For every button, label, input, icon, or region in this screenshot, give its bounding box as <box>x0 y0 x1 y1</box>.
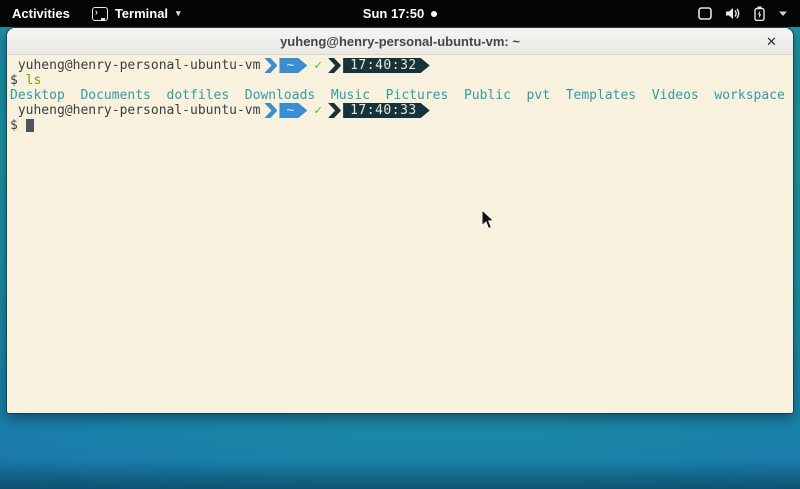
chevron-down-icon <box>778 10 788 17</box>
top-bar: Activities › Terminal ▾ Sun 17:50 <box>0 0 800 27</box>
prompt-line-2: yuheng@henry-personal-ubuntu-vm ~ ✓ 17:4… <box>10 103 793 118</box>
prompt-path-segment: ~ <box>279 103 307 118</box>
prompt-time-segment: 17:40:33 <box>343 103 430 118</box>
prompt-user: yuheng@henry-personal-ubuntu-vm <box>10 103 260 118</box>
prompt-time-segment: 17:40:32 <box>343 58 430 73</box>
prompt-dollar: $ <box>10 118 26 133</box>
ls-output-line: Desktop Documents dotfiles Downloads Mus… <box>10 88 793 103</box>
typed-command: ls <box>26 73 42 88</box>
terminal-window: yuheng@henry-personal-ubuntu-vm: ~ ✕ yuh… <box>7 28 793 413</box>
powerline-arrow-icon <box>328 58 341 73</box>
battery-charging-icon <box>754 6 765 21</box>
powerline-arrow-icon <box>264 58 277 73</box>
directory-list: Desktop Documents dotfiles Downloads Mus… <box>10 88 785 103</box>
command-line: $ ls <box>10 73 793 88</box>
status-check-icon: ✓ <box>314 58 322 73</box>
activities-button[interactable]: Activities <box>0 0 82 27</box>
chevron-down-icon: ▾ <box>176 8 181 19</box>
clock[interactable]: Sun 17:50 <box>363 6 424 21</box>
prompt-user: yuheng@henry-personal-ubuntu-vm <box>10 58 260 73</box>
app-menu-label: Terminal <box>115 6 168 21</box>
close-icon[interactable]: ✕ <box>762 32 781 51</box>
prompt-line-1: yuheng@henry-personal-ubuntu-vm ~ ✓ 17:4… <box>10 58 793 73</box>
status-check-icon: ✓ <box>314 103 322 118</box>
window-title: yuheng@henry-personal-ubuntu-vm: ~ <box>280 34 520 49</box>
system-status-area[interactable] <box>698 0 800 27</box>
app-menu-terminal[interactable]: › Terminal ▾ <box>82 0 191 27</box>
terminal-app-icon: › <box>92 7 108 21</box>
window-titlebar[interactable]: yuheng@henry-personal-ubuntu-vm: ~ ✕ <box>7 28 793 55</box>
terminal-block-cursor <box>26 119 34 132</box>
prompt-line-3: $ <box>10 118 793 133</box>
terminal-content[interactable]: yuheng@henry-personal-ubuntu-vm ~ ✓ 17:4… <box>7 55 793 412</box>
desktop: Activities › Terminal ▾ Sun 17:50 <box>0 0 800 489</box>
prompt-path-segment: ~ <box>279 58 307 73</box>
powerline-arrow-icon <box>328 103 341 118</box>
screen-icon <box>698 7 712 20</box>
powerline-arrow-icon <box>264 103 277 118</box>
prompt-dollar: $ <box>10 73 26 88</box>
volume-icon <box>725 7 741 20</box>
notification-dot-icon <box>431 11 437 17</box>
